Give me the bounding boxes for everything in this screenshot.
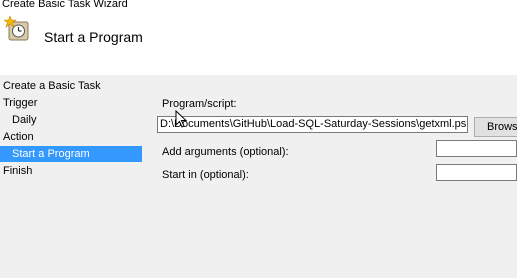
program-script-input[interactable]: D:\Documents\GitHub\Load-SQL-Saturday-Se…: [157, 116, 468, 133]
program-script-label: Program/script:: [162, 98, 237, 110]
start-in-label: Start in (optional):: [162, 169, 249, 181]
add-arguments-label: Add arguments (optional):: [162, 146, 289, 158]
nav-item-trigger[interactable]: Trigger: [3, 95, 145, 111]
nav-item-create-basic-task[interactable]: Create a Basic Task: [3, 78, 145, 94]
nav-item-start-a-program[interactable]: Start a Program: [0, 146, 142, 162]
window-title: Create Basic Task Wizard: [2, 0, 128, 10]
mouse-pointer-icon: [175, 110, 187, 128]
window-titlebar: Create Basic Task Wizard: [0, 0, 517, 12]
nav-item-label: Daily: [12, 114, 37, 126]
page-title: Start a Program: [44, 29, 143, 45]
nav-item-label: Start a Program: [12, 148, 90, 160]
nav-item-finish[interactable]: Finish: [3, 163, 145, 179]
nav-item-daily[interactable]: Daily: [0, 112, 142, 128]
nav-item-label: Trigger: [3, 97, 38, 109]
browse-button[interactable]: Browse...: [474, 117, 517, 137]
task-scheduler-icon: [4, 16, 29, 41]
nav-item-label: Finish: [3, 165, 33, 177]
nav-item-label: Action: [3, 131, 34, 143]
wizard-header: Start a Program: [0, 12, 517, 75]
start-in-input[interactable]: [436, 164, 517, 181]
wizard-body: Create a Basic Task Trigger Daily Action…: [0, 75, 517, 278]
nav-item-action[interactable]: Action: [3, 129, 145, 145]
wizard-step-nav: Create a Basic Task Trigger Daily Action…: [0, 75, 145, 278]
add-arguments-input[interactable]: [436, 140, 517, 157]
nav-item-label: Create a Basic Task: [3, 80, 101, 92]
